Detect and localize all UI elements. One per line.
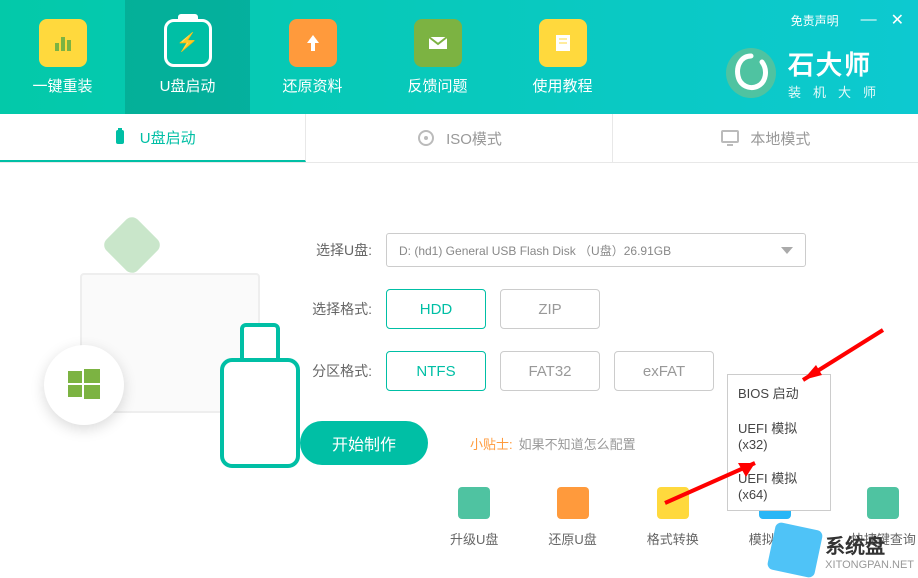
tip-label: 小贴士: [470,434,513,453]
format-label: 选择格式: [300,299,372,319]
format-option-hdd[interactable]: HDD [386,289,486,329]
watermark-logo-icon [767,522,824,578]
brand-logo-icon [726,48,776,98]
nav-tutorial[interactable]: 使用教程 [500,0,625,114]
start-create-button[interactable]: 开始制作 [300,421,428,465]
format-option-zip[interactable]: ZIP [500,289,600,329]
minimize-button[interactable]: — [861,11,877,29]
tip-text: 如果不知道怎么配置 [519,434,636,453]
tool-restore-usb[interactable]: 还原U盘 [548,487,596,548]
mode-tabs: U盘启动 ISO模式 本地模式 [0,114,918,163]
mail-icon [414,19,462,67]
nav-label: 反馈问题 [407,75,467,96]
brand-subtitle: 装机大师 [788,82,888,101]
tool-upgrade-usb[interactable]: 升级U盘 [450,487,498,548]
windows-badge [44,345,124,425]
nav-feedback[interactable]: 反馈问题 [375,0,500,114]
tab-iso-mode[interactable]: ISO模式 [306,114,612,162]
restore-up-icon [289,19,337,67]
nav-restore[interactable]: 还原资料 [250,0,375,114]
tool-label: 还原U盘 [548,529,596,548]
dropdown-value: D: (hd1) General USB Flash Disk （U盘）26.9… [399,242,671,259]
partition-label: 分区格式: [300,361,372,381]
tab-label: U盘启动 [140,127,196,148]
annotation-arrow-1 [788,325,888,395]
nav-usb-boot[interactable]: ⚡ U盘启动 [125,0,250,114]
tab-usb-boot[interactable]: U盘启动 [0,114,306,162]
nav-label: U盘启动 [160,75,216,96]
watermark-title: 系统盘 [825,530,914,559]
tab-local-mode[interactable]: 本地模式 [613,114,918,162]
tab-label: ISO模式 [446,128,502,149]
close-button[interactable]: ✕ [891,10,904,30]
iso-icon [416,128,436,148]
restore-usb-icon [557,487,589,519]
app-header: 免责声明 — ✕ 一键重装 ⚡ U盘启动 还原资料 反馈问题 [0,0,918,114]
book-icon [539,19,587,67]
disclaimer-link[interactable]: 免责声明 [791,12,839,29]
nav-label: 使用教程 [532,75,592,96]
usb-shield-icon: ⚡ [164,19,212,67]
usb-select-label: 选择U盘: [300,240,372,260]
hotkey-icon [867,487,899,519]
annotation-arrow-2 [660,453,770,513]
tab-label: 本地模式 [750,128,810,149]
usb-select-dropdown[interactable]: D: (hd1) General USB Flash Disk （U盘）26.9… [386,233,806,267]
tool-label: 升级U盘 [450,529,498,548]
monitor-icon [720,128,740,148]
usb-illustration [40,193,280,473]
brand-title: 石大师 [788,45,888,82]
tool-label: 格式转换 [647,529,699,548]
usb-icon [110,127,130,147]
partition-option-fat32[interactable]: FAT32 [500,351,600,391]
nav-label: 一键重装 [32,75,92,96]
nav-label: 还原资料 [282,75,342,96]
upgrade-usb-icon [458,487,490,519]
nav-reinstall[interactable]: 一键重装 [0,0,125,114]
chevron-down-icon [781,247,793,254]
bar-chart-icon [39,19,87,67]
watermark: 系统盘 XITONGPAN.NET [771,526,914,574]
main-nav: 一键重装 ⚡ U盘启动 还原资料 反馈问题 使用教程 [0,0,625,114]
partition-option-ntfs[interactable]: NTFS [386,351,486,391]
brand: 石大师 装机大师 [726,45,888,101]
partition-option-exfat[interactable]: exFAT [614,351,714,391]
windows-icon [64,365,104,405]
watermark-sub: XITONGPAN.NET [825,559,914,571]
window-controls: 免责声明 — ✕ [791,10,904,30]
